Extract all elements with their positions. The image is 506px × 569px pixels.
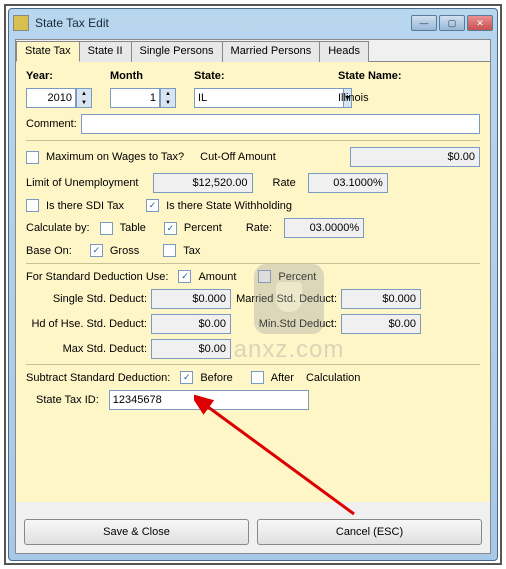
taxid-input[interactable] xyxy=(109,390,309,410)
subtract-label: Subtract Standard Deduction: xyxy=(26,372,170,384)
gross-checkbox[interactable]: ✓ xyxy=(90,244,103,257)
separator-3 xyxy=(26,364,480,365)
min-label: Min.Std Deduct: xyxy=(231,318,341,330)
maxwages-label: Maximum on Wages to Tax? xyxy=(46,151,184,163)
rate1-label: Rate xyxy=(273,177,296,189)
cutoff-label: Cut-Off Amount xyxy=(200,151,276,163)
comment-input[interactable] xyxy=(81,114,480,134)
window-controls: — ▢ ✕ xyxy=(411,15,493,31)
minimize-button[interactable]: — xyxy=(411,15,437,31)
calcby-label: Calculate by: xyxy=(26,222,90,234)
comment-label: Comment: xyxy=(26,118,77,130)
amount-checkbox[interactable]: ✓ xyxy=(178,270,191,283)
rate1-input[interactable] xyxy=(308,173,388,193)
withholding-label: Is there State Withholding xyxy=(166,200,292,212)
tab-married-persons[interactable]: Married Persons xyxy=(222,41,321,62)
separator xyxy=(26,140,480,141)
window-title: State Tax Edit xyxy=(35,16,411,30)
percent2-checkbox[interactable] xyxy=(258,270,271,283)
month-down-icon[interactable]: ▼ xyxy=(161,98,175,107)
baseon-label: Base On: xyxy=(26,245,72,257)
separator-2 xyxy=(26,263,480,264)
maxwages-checkbox[interactable] xyxy=(26,151,39,164)
tax-label: Tax xyxy=(183,245,200,257)
amount-label: Amount xyxy=(198,271,236,283)
month-input[interactable] xyxy=(110,88,160,108)
percent2-label: Percent xyxy=(278,271,316,283)
after-checkbox[interactable] xyxy=(251,371,264,384)
rate2-input[interactable] xyxy=(284,218,364,238)
tab-heads[interactable]: Heads xyxy=(319,41,369,62)
panel-state-tax: Year: Month State: State Name: ▲▼ ▲▼ xyxy=(16,62,490,502)
sdi-checkbox[interactable] xyxy=(26,199,39,212)
cancel-button-label: Cancel (ESC) xyxy=(336,526,403,538)
percent-label: Percent xyxy=(184,222,222,234)
cutoff-input[interactable] xyxy=(350,147,480,167)
table-checkbox[interactable] xyxy=(100,222,113,235)
tab-single-persons[interactable]: Single Persons xyxy=(131,41,223,62)
withholding-checkbox[interactable]: ✓ xyxy=(146,199,159,212)
state-label: State: xyxy=(194,70,225,82)
cancel-button[interactable]: Cancel (ESC) xyxy=(257,519,482,545)
limitunemp-input[interactable] xyxy=(153,173,253,193)
titlebar: State Tax Edit — ▢ ✕ xyxy=(9,9,497,37)
month-spinner[interactable]: ▲▼ xyxy=(110,88,190,108)
calculation-label: Calculation xyxy=(306,372,360,384)
table-label: Table xyxy=(120,222,146,234)
maximize-button[interactable]: ▢ xyxy=(439,15,465,31)
month-up-icon[interactable]: ▲ xyxy=(161,89,175,98)
tab-state-tax[interactable]: State Tax xyxy=(16,41,80,62)
year-input[interactable] xyxy=(26,88,76,108)
tab-state-ii[interactable]: State II xyxy=(79,41,132,62)
statename-label: State Name: xyxy=(338,70,402,82)
month-label: Month xyxy=(110,70,143,82)
button-bar: Save & Close Cancel (ESC) xyxy=(24,519,482,545)
max-input[interactable] xyxy=(151,339,231,359)
hd-input[interactable] xyxy=(151,314,231,334)
married-label: Married Std. Deduct: xyxy=(231,293,341,305)
max-label: Max Std. Deduct: xyxy=(26,343,151,355)
state-combo[interactable]: ▼ xyxy=(194,88,324,108)
percent-checkbox[interactable]: ✓ xyxy=(164,222,177,235)
married-input[interactable] xyxy=(341,289,421,309)
statename-value: Illinois xyxy=(338,92,369,104)
save-button[interactable]: Save & Close xyxy=(24,519,249,545)
before-checkbox[interactable]: ✓ xyxy=(180,371,193,384)
before-label: Before xyxy=(200,372,232,384)
app-icon xyxy=(13,15,29,31)
year-label: Year: xyxy=(26,70,53,82)
single-input[interactable] xyxy=(151,289,231,309)
client-area: State Tax State II Single Persons Marrie… xyxy=(15,39,491,554)
year-down-icon[interactable]: ▼ xyxy=(77,98,91,107)
state-input[interactable] xyxy=(194,88,344,108)
min-input[interactable] xyxy=(341,314,421,334)
hd-label: Hd of Hse. Std. Deduct: xyxy=(26,318,151,330)
after-label: After xyxy=(271,372,294,384)
limitunemp-label: Limit of Unemployment xyxy=(26,177,139,189)
sdi-label: Is there SDI Tax xyxy=(46,200,124,212)
tab-strip: State Tax State II Single Persons Marrie… xyxy=(16,40,490,62)
gross-label: Gross xyxy=(110,245,139,257)
window: State Tax Edit — ▢ ✕ State Tax State II … xyxy=(8,8,498,561)
save-button-label: Save & Close xyxy=(103,526,170,538)
year-spinner[interactable]: ▲▼ xyxy=(26,88,106,108)
tax-checkbox[interactable] xyxy=(163,244,176,257)
stddeduct-label: For Standard Deduction Use: xyxy=(26,271,168,283)
single-label: Single Std. Deduct: xyxy=(26,293,151,305)
rate2-label: Rate: xyxy=(246,222,272,234)
year-up-icon[interactable]: ▲ xyxy=(77,89,91,98)
taxid-label: State Tax ID: xyxy=(36,394,99,406)
close-button[interactable]: ✕ xyxy=(467,15,493,31)
